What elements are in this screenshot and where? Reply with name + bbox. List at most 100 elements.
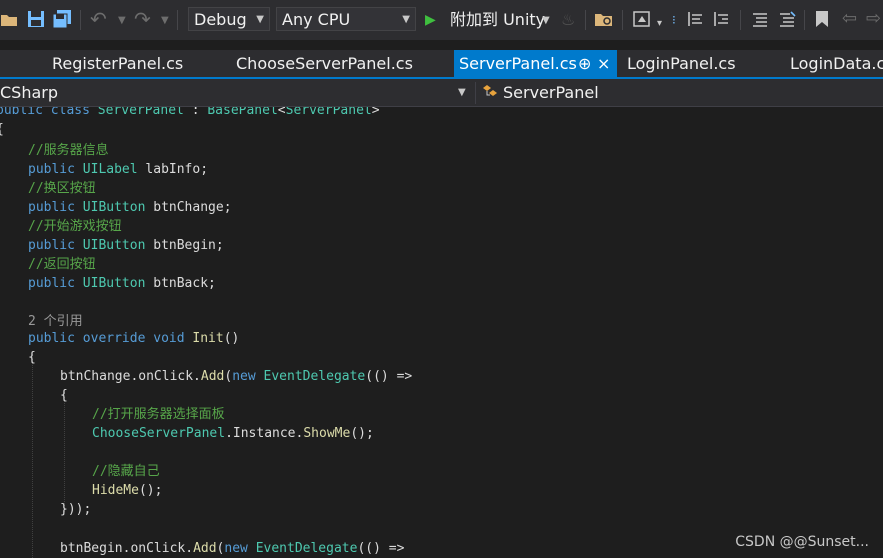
code-line-comment: //返回按钮	[28, 255, 96, 274]
tab-label: ChooseServerPanel.cs	[236, 54, 413, 73]
indent-guide	[32, 354, 33, 558]
next-bookmark-icon[interactable]: ⇨	[866, 9, 881, 29]
code-token: {	[0, 122, 4, 137]
chevron-down-icon: ▼	[458, 87, 466, 98]
tab-loginpanel[interactable]: LoginPanel.cs	[627, 50, 736, 78]
toolbar-separator	[804, 10, 805, 30]
code-token: Init	[192, 331, 224, 346]
previous-bookmark-icon[interactable]: ⇦	[842, 9, 857, 29]
code-line: public UILabel labInfo;	[28, 160, 208, 179]
code-token: EventDelegate	[255, 541, 358, 556]
code-token: }));	[60, 502, 92, 517]
code-token: //开始游戏按钮	[28, 219, 122, 234]
tab-serverpanel[interactable]: ServerPanel.cs ⊕ ×	[454, 50, 617, 78]
class-name: ServerPanel	[503, 83, 599, 102]
code-line-comment: //打开服务器选择面板	[92, 405, 225, 424]
tab-label: LoginData.cs	[790, 54, 883, 73]
undo-icon[interactable]: ↶	[90, 9, 107, 29]
comment-lines-icon[interactable]	[750, 10, 770, 33]
align-right-icon[interactable]	[712, 10, 732, 33]
code-token: btnBegin;	[153, 238, 224, 253]
solution-explorer-icon[interactable]	[632, 10, 652, 33]
code-token: ShowMe	[303, 426, 351, 441]
code-line: }));	[60, 500, 91, 519]
code-token: //换区按钮	[28, 181, 96, 196]
configuration-value: Debug	[194, 10, 247, 29]
code-token: {	[28, 350, 36, 365]
code-token: public	[28, 276, 75, 291]
bookmark-icon[interactable]	[814, 10, 830, 33]
code-token: UIButton	[82, 276, 146, 291]
project-dropdown[interactable]: CSharp ▼	[0, 81, 472, 105]
code-line: btnBegin.onClick.Add(new EventDelegate((…	[60, 539, 404, 558]
code-token: ()	[223, 331, 240, 346]
open-folder-icon[interactable]	[0, 10, 18, 33]
redo-dropdown-icon[interactable]: ▼	[161, 11, 169, 31]
save-all-icon[interactable]	[52, 10, 72, 33]
redo-icon[interactable]: ↷	[134, 9, 151, 29]
code-token: btnBack;	[153, 276, 216, 291]
code-token: EventDelegate	[263, 369, 366, 384]
code-line: btnChange.onClick.Add(new EventDelegate(…	[60, 367, 412, 386]
chevron-down-icon: ▼	[256, 14, 264, 25]
save-icon[interactable]	[27, 10, 45, 33]
reference-count[interactable]: 2 个引用	[28, 314, 83, 329]
tab-registerpanel[interactable]: RegisterPanel.cs	[52, 50, 183, 78]
code-line-comment: //开始游戏按钮	[28, 217, 122, 236]
indent-guide	[64, 392, 65, 512]
align-left-icon[interactable]	[686, 10, 706, 33]
code-token: Add	[193, 541, 217, 556]
code-token: HideMe	[92, 483, 139, 498]
folder-search-icon[interactable]	[594, 10, 614, 33]
code-token: override	[82, 331, 146, 346]
class-icon	[481, 82, 499, 107]
code-line: {	[28, 348, 36, 367]
code-token: ChooseServerPanel	[92, 426, 226, 441]
code-token: btnBegin.onClick.	[60, 541, 194, 556]
tab-label: RegisterPanel.cs	[52, 54, 184, 73]
code-token: new	[232, 369, 256, 384]
code-token: public	[28, 238, 75, 253]
platform-select[interactable]: Any CPU ▼	[276, 7, 416, 31]
code-token: ();	[350, 426, 374, 441]
close-tab-icon[interactable]: ×	[597, 50, 610, 78]
code-token: UIButton	[82, 200, 146, 215]
chevron-down-icon[interactable]: ▾	[657, 14, 662, 34]
code-token: void	[153, 331, 185, 346]
pin-tab-icon[interactable]: ⊕	[578, 50, 591, 78]
class-dropdown[interactable]: ServerPanel	[481, 81, 883, 105]
tab-logindata[interactable]: LoginData.cs	[790, 50, 883, 78]
code-token: UILabel	[82, 162, 138, 177]
attach-unity-label: 附加到 Unity	[450, 10, 546, 29]
code-line-comment: //服务器信息	[28, 141, 109, 160]
play-icon: ▶	[425, 12, 436, 28]
hot-reload-icon[interactable]: ♨	[561, 10, 575, 30]
chevron-down-icon: ▼	[402, 14, 410, 25]
configuration-select[interactable]: Debug ▼	[188, 7, 270, 31]
undo-dropdown-icon[interactable]: ▼	[118, 11, 126, 31]
code-line: {	[60, 386, 68, 405]
code-token: public	[0, 107, 43, 118]
code-token: :	[191, 107, 200, 118]
code-line: HideMe();	[92, 481, 162, 500]
code-token: UIButton	[82, 238, 146, 253]
code-line-class-declaration: public class ServerPanel : BasePanel<Ser…	[0, 107, 380, 120]
tab-chooseserverpanel[interactable]: ChooseServerPanel.cs	[236, 50, 413, 78]
platform-value: Any CPU	[282, 10, 351, 29]
code-token: labInfo;	[145, 162, 209, 177]
code-editor[interactable]: public class ServerPanel : BasePanel<Ser…	[0, 107, 883, 558]
code-token: public	[28, 162, 75, 177]
code-token: public	[28, 331, 75, 346]
toolbar-separator	[80, 10, 81, 30]
code-line: {	[0, 120, 4, 139]
tab-label: ServerPanel.cs	[459, 54, 577, 73]
toolbar-separator	[585, 10, 586, 30]
watermark: CSDN @@Sunset...	[735, 534, 869, 550]
document-tab-bar: RegisterPanel.cs ChooseServerPanel.cs Se…	[0, 50, 883, 78]
code-token: btnChange.onClick.	[60, 369, 201, 384]
code-line: public UIButton btnBack;	[28, 274, 216, 293]
uncomment-lines-icon[interactable]	[777, 10, 797, 33]
chevron-down-icon: ▼	[542, 15, 550, 26]
toolbar-separator	[740, 10, 741, 30]
grid-icon[interactable]: ⁝	[672, 10, 676, 30]
